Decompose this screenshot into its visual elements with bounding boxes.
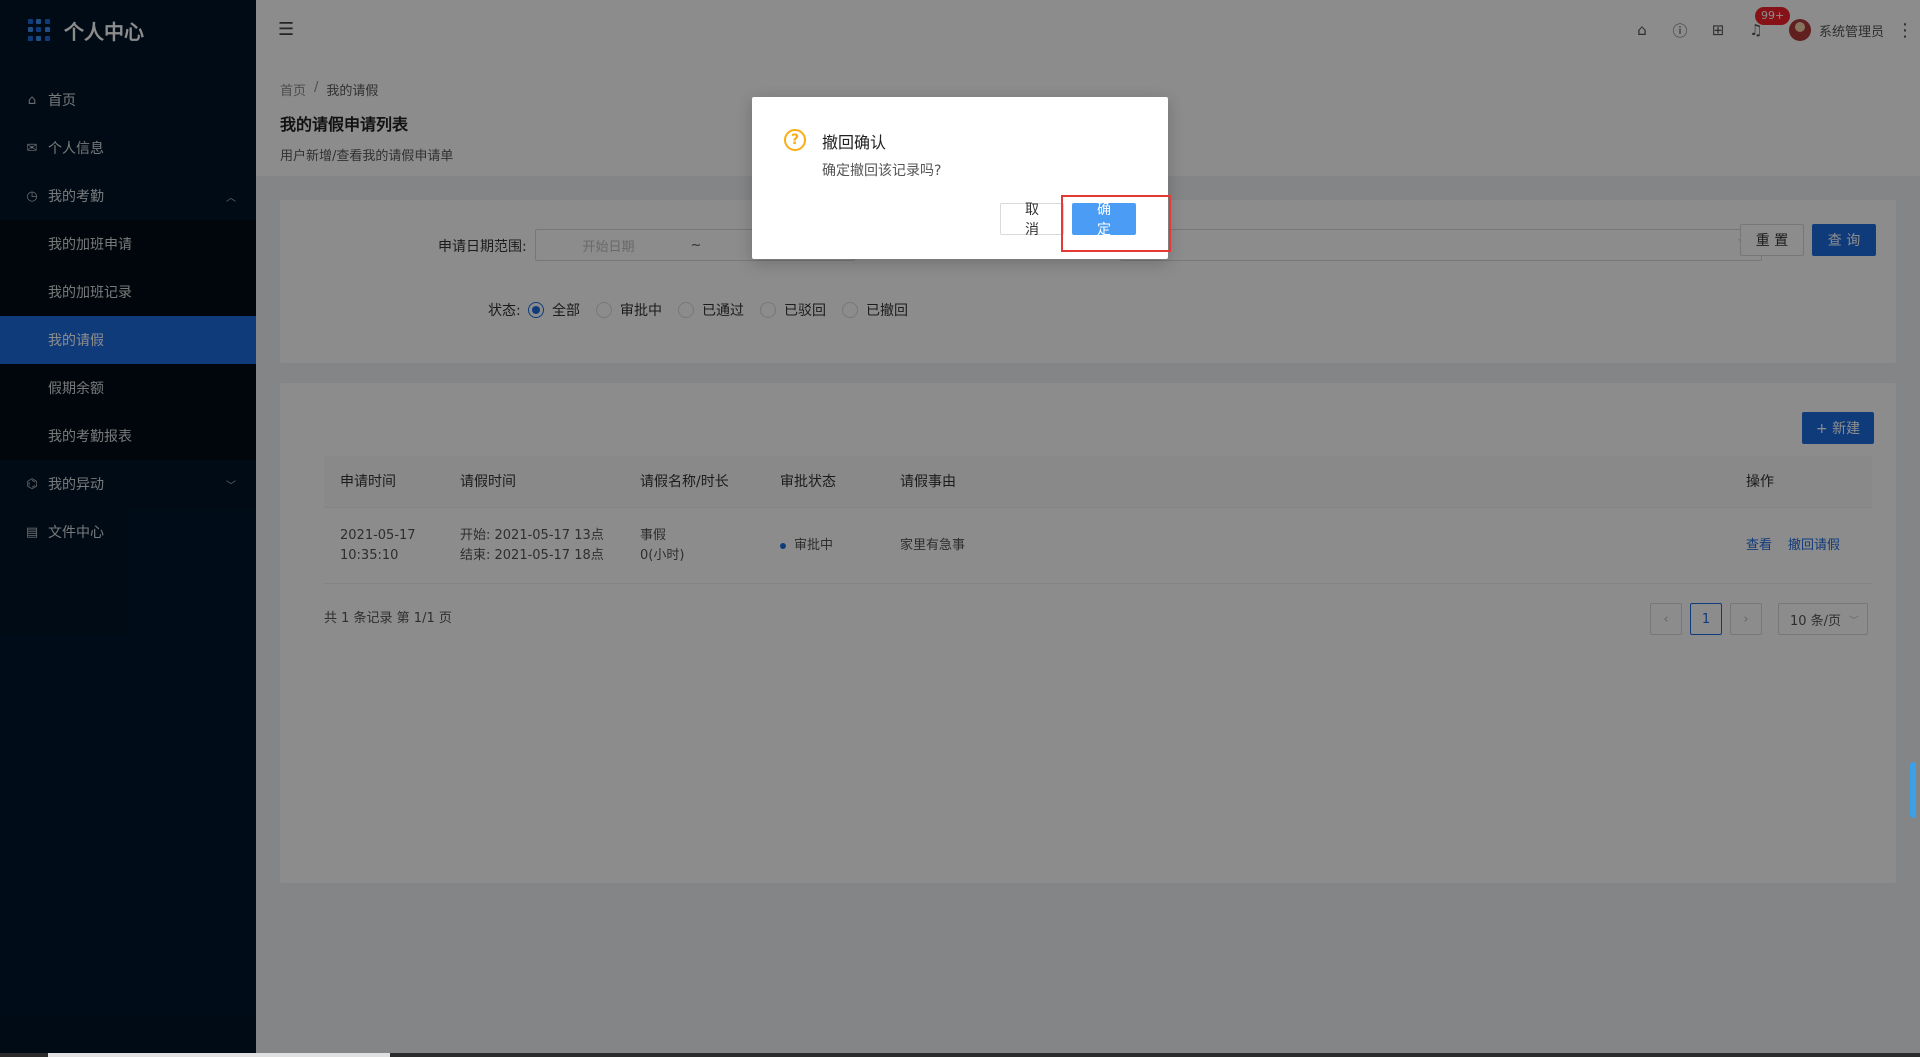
cancel-button[interactable]: 取 消	[1000, 202, 1064, 238]
modal-actions: 取 消 确 定	[1000, 202, 1136, 238]
bottom-bar	[0, 1053, 1920, 1057]
confirm-modal: ? 撤回确认 确定撤回该记录吗? 取 消 确 定	[752, 97, 1168, 259]
modal-content: 确定撤回该记录吗?	[822, 163, 942, 179]
confirm-button[interactable]: 确 定	[1072, 202, 1136, 238]
scroll-indicator[interactable]	[1910, 762, 1916, 818]
modal-title: 撤回确认	[822, 133, 887, 152]
bottom-bar-segment	[48, 1053, 390, 1057]
question-circle-icon: ?	[784, 129, 806, 151]
